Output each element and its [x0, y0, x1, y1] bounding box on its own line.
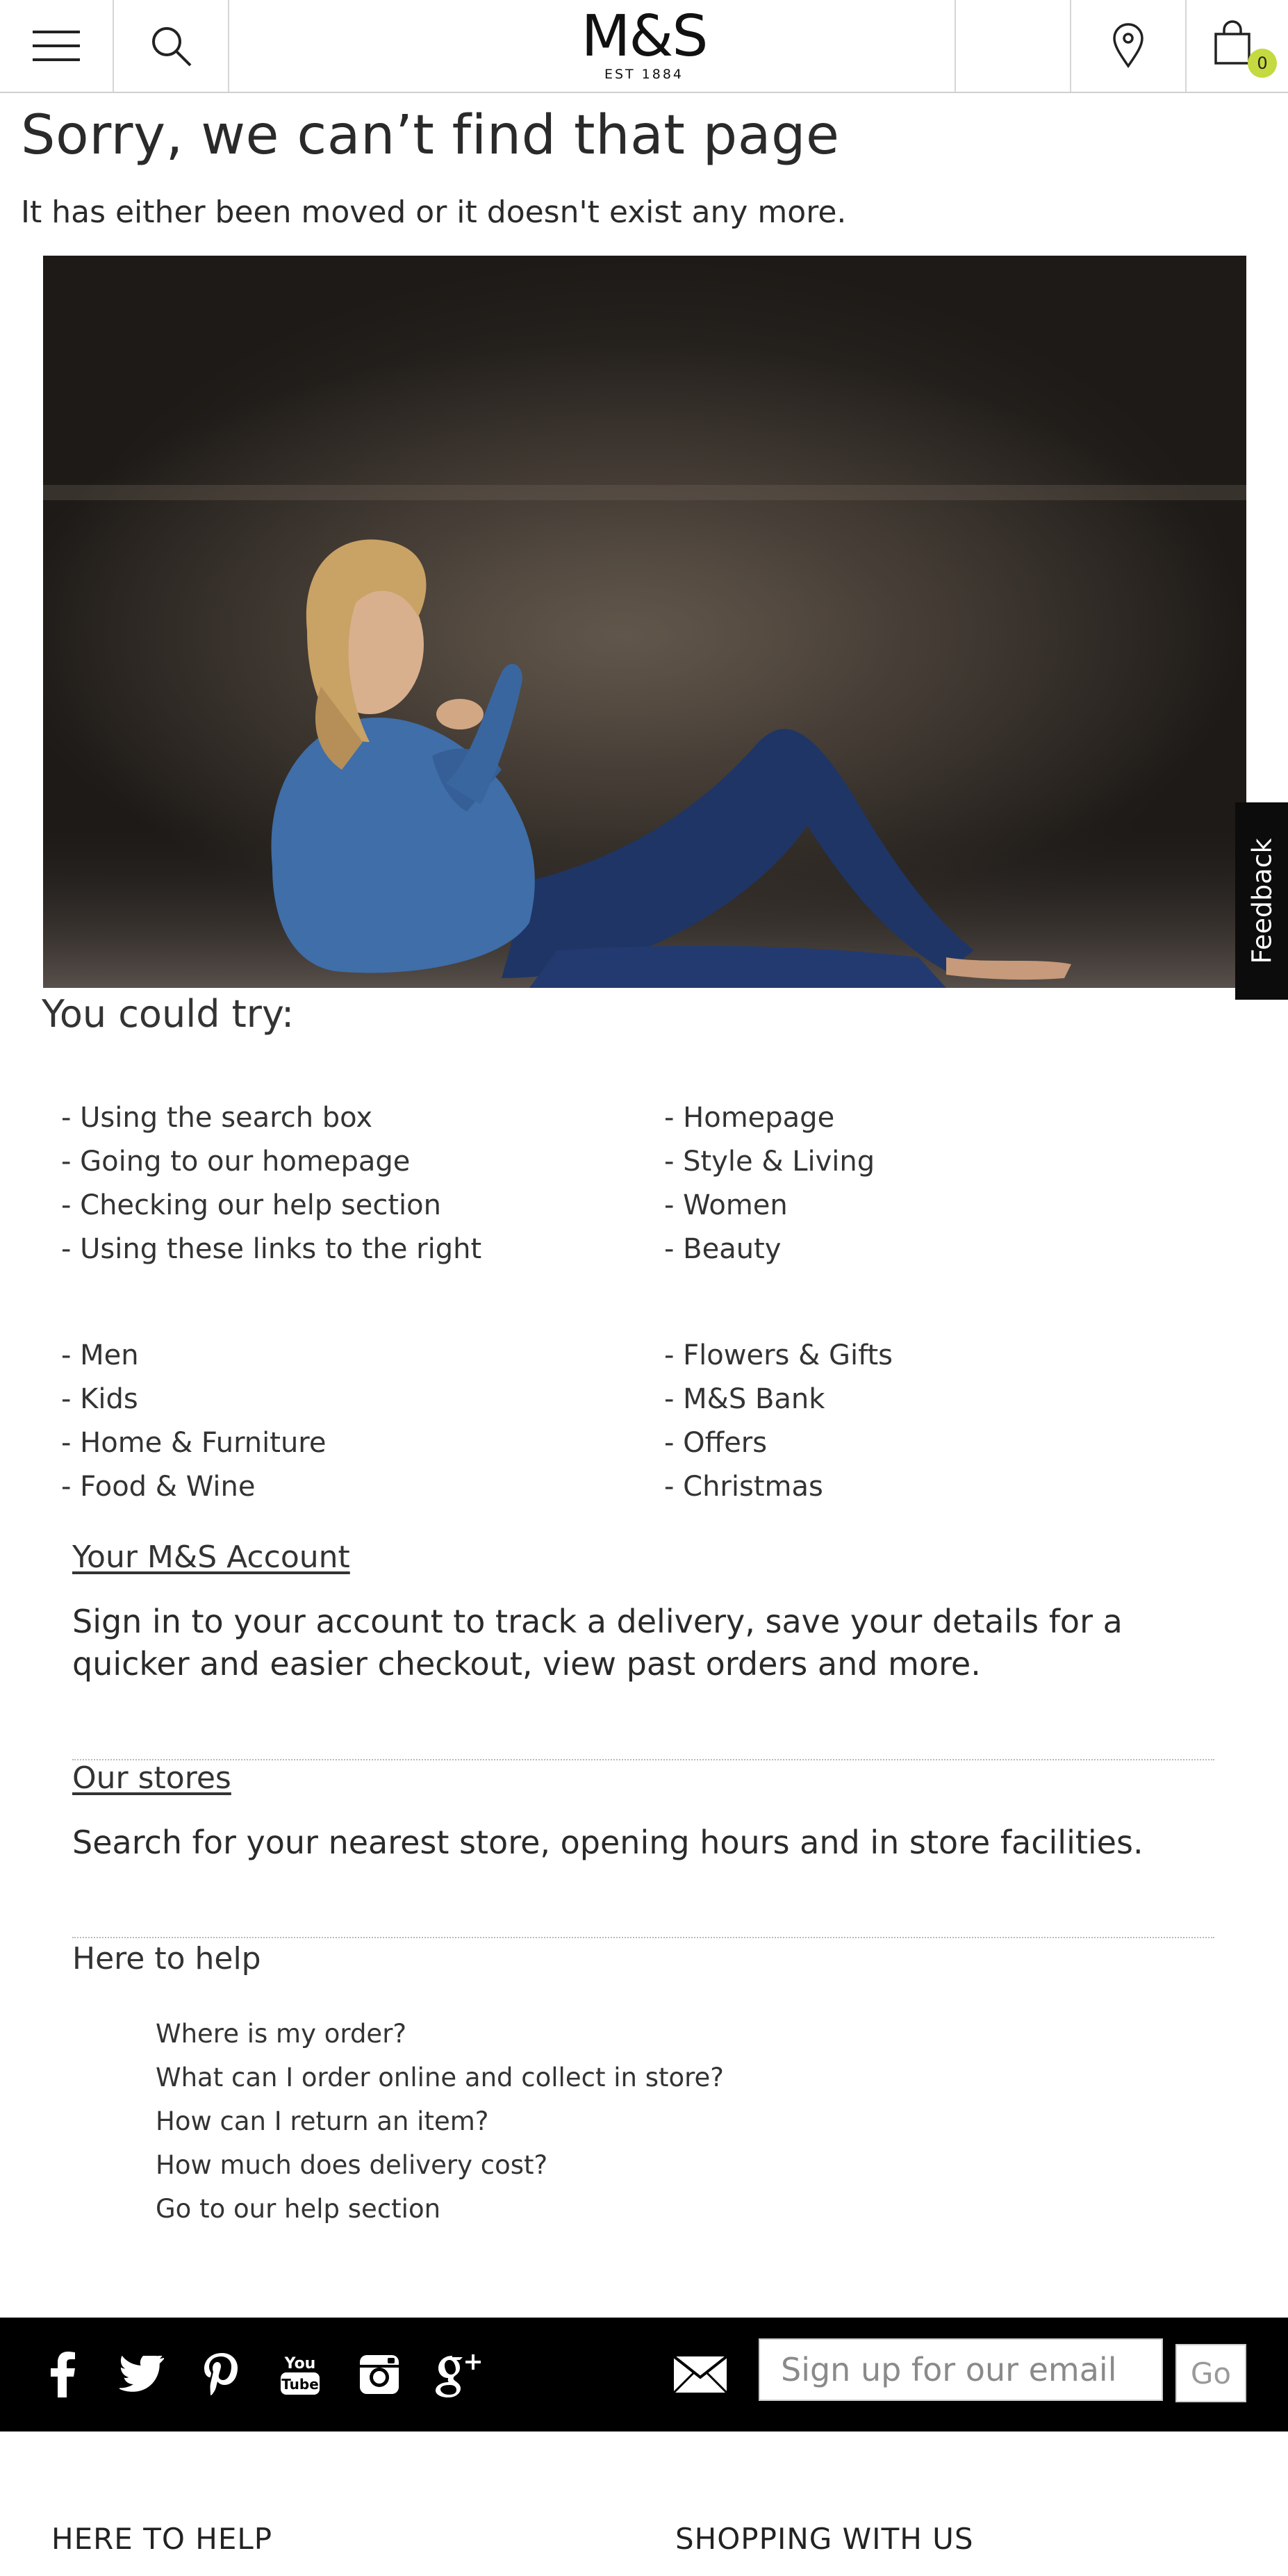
search-icon: [152, 27, 192, 67]
email-signup-input[interactable]: [759, 2338, 1163, 2401]
ms-logo[interactable]: M&S EST 1884: [528, 6, 760, 83]
category-links-c: - Flowers & Gifts - M&S Bank - Offers - …: [664, 1334, 893, 1509]
tip-item: - Going to our homepage: [61, 1146, 411, 1178]
pinterest-link[interactable]: [196, 2350, 246, 2400]
help-link-collect[interactable]: What can I order online and collect in s…: [156, 2056, 724, 2099]
help-links-list: Where is my order? What can I order onli…: [156, 2012, 724, 2231]
link-flowers-gifts[interactable]: - Flowers & Gifts: [664, 1334, 893, 1378]
page-subtitle: It has either been moved or it doesn't e…: [21, 195, 847, 230]
help-link-return[interactable]: How can I return an item?: [156, 2099, 724, 2143]
instagram-icon: [360, 2355, 399, 2394]
search-button[interactable]: [114, 0, 229, 92]
link-kids[interactable]: - Kids: [61, 1378, 326, 1421]
category-links-a: - Homepage - Style & Living - Women - Be…: [664, 1096, 875, 1271]
divider: [72, 1759, 1214, 1760]
link-men[interactable]: - Men: [61, 1334, 326, 1378]
link-food-wine[interactable]: - Food & Wine: [61, 1465, 326, 1509]
tip-item: - Using the search box: [61, 1102, 373, 1134]
account-link[interactable]: Your M&S Account: [72, 1539, 350, 1575]
header-empty-cell: [955, 0, 1070, 92]
footer-social-bar: You Tube Go: [0, 2318, 1288, 2431]
help-link-help-section[interactable]: Go to our help section: [156, 2187, 724, 2231]
pinterest-icon: [204, 2353, 238, 2395]
tip-item: - Using these links to the right: [61, 1233, 482, 1265]
store-locator-icon: [1113, 23, 1143, 69]
suggestion-tips-list: - Using the search box - Going to our ho…: [61, 1096, 481, 1271]
instagram-link[interactable]: [354, 2350, 404, 2400]
link-home-furniture[interactable]: - Home & Furniture: [61, 1421, 326, 1465]
feedback-label: Feedback: [1246, 838, 1277, 964]
shopping-bag-icon: [1214, 20, 1250, 65]
google-plus-link[interactable]: [434, 2350, 484, 2400]
category-links-b: - Men - Kids - Home & Furniture - Food &…: [61, 1334, 326, 1509]
feedback-tab[interactable]: Feedback: [1235, 802, 1288, 1000]
youtube-tube-text: Tube: [281, 2376, 319, 2393]
facebook-link[interactable]: [38, 2350, 88, 2400]
link-offers[interactable]: - Offers: [664, 1421, 893, 1465]
link-ms-bank[interactable]: - M&S Bank: [664, 1378, 893, 1421]
link-beauty[interactable]: - Beauty: [664, 1228, 875, 1271]
tip-item: - Checking our help section: [61, 1189, 441, 1221]
footer-heading-help: HERE TO HELP: [51, 2522, 273, 2556]
stores-link[interactable]: Our stores: [72, 1760, 231, 1796]
menu-button[interactable]: [0, 0, 114, 92]
help-link-delivery[interactable]: How much does delivery cost?: [156, 2143, 724, 2187]
footer-heading-shopping: SHOPPING WITH US: [675, 2522, 974, 2556]
account-description: Sign in to your account to track a deliv…: [72, 1603, 1123, 1683]
site-header: M&S EST 1884 0: [0, 0, 1288, 93]
link-style-living[interactable]: - Style & Living: [664, 1140, 875, 1184]
store-locator-button[interactable]: [1070, 0, 1185, 92]
help-link-order[interactable]: Where is my order?: [156, 2012, 724, 2056]
stores-description: Search for your nearest store, opening h…: [72, 1824, 1143, 1861]
twitter-link[interactable]: [117, 2350, 167, 2400]
shopping-bag-button[interactable]: 0: [1185, 0, 1288, 92]
page-title: Sorry, we can’t find that page: [21, 104, 840, 167]
suggestions-title: You could try:: [42, 992, 295, 1036]
youtube-you-text: You: [284, 2355, 316, 2372]
link-homepage[interactable]: - Homepage: [664, 1096, 875, 1140]
google-plus-icon: [436, 2354, 481, 2397]
facebook-icon: [51, 2352, 75, 2397]
twitter-icon: [119, 2356, 164, 2392]
help-title: Here to help: [72, 1941, 261, 1976]
youtube-link[interactable]: You Tube: [275, 2350, 325, 2400]
youtube-icon: You Tube: [281, 2355, 320, 2395]
menu-icon: [33, 31, 80, 61]
email-go-button[interactable]: Go: [1175, 2344, 1246, 2402]
bag-count-badge: 0: [1248, 49, 1277, 78]
link-women[interactable]: - Women: [664, 1184, 875, 1228]
envelope-icon: [672, 2355, 728, 2394]
hero-image: [43, 256, 1246, 988]
link-christmas[interactable]: - Christmas: [664, 1465, 893, 1509]
divider: [72, 1937, 1214, 1938]
